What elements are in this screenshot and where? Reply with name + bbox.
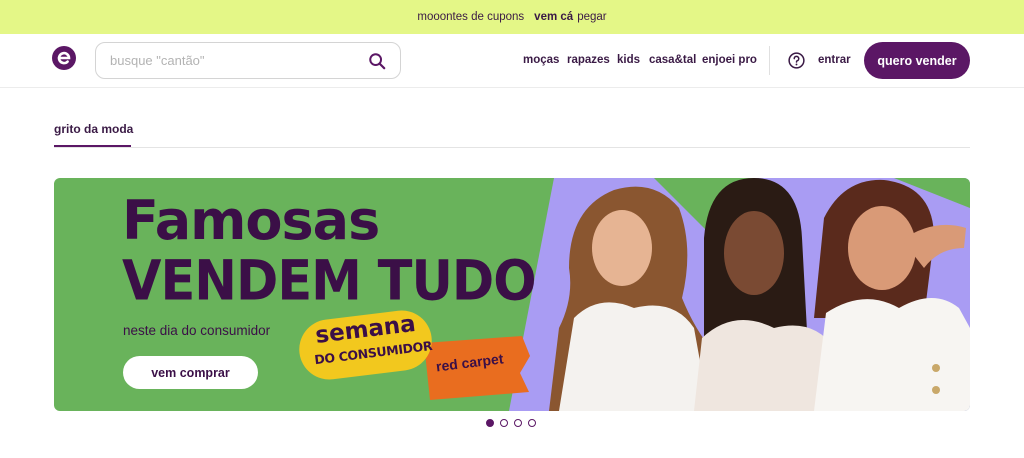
nav-item-mocas[interactable]: moças [523, 54, 559, 66]
enjoei-logo[interactable] [52, 46, 76, 70]
hero-banner[interactable]: Famosas VENDEM TUDO neste dia do consumi… [54, 178, 970, 411]
vem-comprar-button[interactable]: vem comprar [123, 356, 258, 389]
login-link[interactable]: entrar [818, 54, 851, 66]
search-box [95, 42, 401, 79]
model-2-face [724, 211, 784, 295]
logo-e-icon [57, 51, 71, 65]
red-carpet-label: red carpet [435, 350, 505, 375]
search-icon[interactable] [368, 52, 386, 70]
header-divider [769, 46, 770, 75]
nav-item-kids[interactable]: kids [617, 54, 640, 66]
model-1-face [592, 210, 652, 286]
tab-grito-da-moda[interactable]: grito da moda [54, 122, 133, 136]
carousel-dot-1[interactable] [486, 419, 494, 427]
model-3-face [848, 206, 916, 290]
carousel-dots [486, 419, 536, 427]
section-tabs: grito da moda [54, 118, 970, 148]
nav-item-casa-tal[interactable]: casa&tal [649, 54, 696, 66]
promo-suffix: pegar [577, 11, 607, 23]
banner-headline-vendem-tudo: VENDEM TUDO [122, 249, 537, 314]
promo-bar[interactable]: mooontes de cupons vem cá pegar [0, 0, 1024, 34]
nav-item-rapazes[interactable]: rapazes [567, 54, 610, 66]
carousel-dot-3[interactable] [514, 419, 522, 427]
blazer-button-2 [932, 386, 940, 394]
tab-active-indicator [54, 145, 131, 147]
sell-button[interactable]: quero vender [864, 42, 970, 79]
nav-item-enjoei-pro[interactable]: enjoei pro [702, 54, 757, 66]
blazer-button-1 [932, 364, 940, 372]
carousel-dot-4[interactable] [528, 419, 536, 427]
model-3-blazer [814, 298, 970, 411]
promo-link[interactable]: vem cá [534, 11, 573, 23]
banner-headline-famosas: Famosas [122, 189, 380, 252]
search-input[interactable] [110, 43, 350, 78]
banner-subtitle: neste dia do consumidor [123, 323, 271, 338]
carousel-dot-2[interactable] [500, 419, 508, 427]
promo-text: mooontes de cupons [417, 11, 525, 23]
red-carpet-flag: red carpet [422, 336, 529, 393]
help-icon[interactable] [788, 52, 805, 69]
site-header: moças rapazes kids casa&tal enjoei pro e… [0, 34, 1024, 88]
